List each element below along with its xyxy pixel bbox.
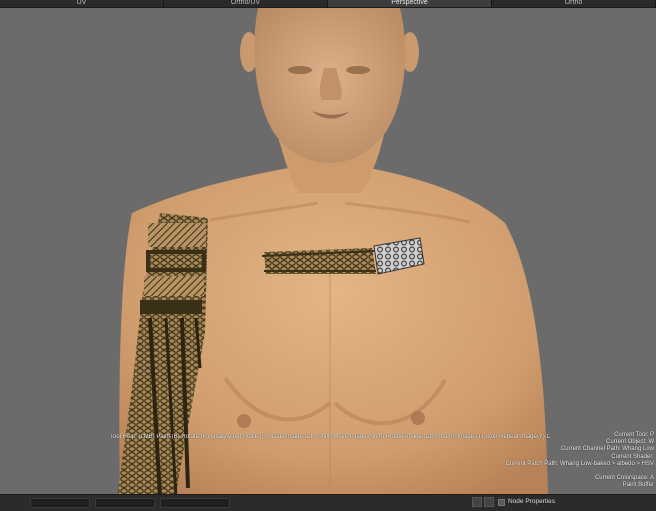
nipple-right bbox=[411, 411, 425, 425]
hud-line: Current Shader: bbox=[611, 453, 654, 460]
hud-line: Current Colorspace: A bbox=[594, 475, 654, 482]
tab-ortho[interactable]: Ortho bbox=[492, 0, 656, 7]
tab-uv[interactable]: UV bbox=[0, 0, 164, 7]
viewport-tab-bar: UV Ortho/UV Perspective Ortho bbox=[0, 0, 656, 8]
tab-perspective[interactable]: Perspective bbox=[328, 0, 492, 7]
viewport-canvas[interactable] bbox=[0, 8, 656, 494]
panel-toggle-button[interactable] bbox=[484, 497, 494, 507]
eye-right bbox=[346, 66, 370, 74]
bottom-status-bar: Node Properties bbox=[0, 494, 656, 511]
status-field-1 bbox=[30, 498, 90, 508]
hud-line: Paint Buffer bbox=[622, 482, 654, 489]
node-properties-icon bbox=[498, 499, 505, 506]
node-properties-tab[interactable]: Node Properties bbox=[508, 498, 555, 506]
tab-ortho-uv[interactable]: Ortho/UV bbox=[164, 0, 328, 7]
status-field-3 bbox=[160, 498, 230, 508]
status-field-2 bbox=[95, 498, 155, 508]
nipple-left bbox=[237, 414, 251, 428]
viewport-hud: Current Tool: P Current Object: W Current … bbox=[354, 432, 654, 490]
hud-line: Current Patch Path: Whang Low-baked > al… bbox=[505, 460, 654, 467]
chest-tattoo-stroke bbox=[261, 248, 376, 274]
hud-line: Current Channel Path: Whang Low bbox=[560, 446, 654, 453]
panel-toggle-button[interactable] bbox=[472, 497, 482, 507]
3d-viewport[interactable] bbox=[0, 8, 656, 494]
eye-left bbox=[288, 66, 312, 74]
